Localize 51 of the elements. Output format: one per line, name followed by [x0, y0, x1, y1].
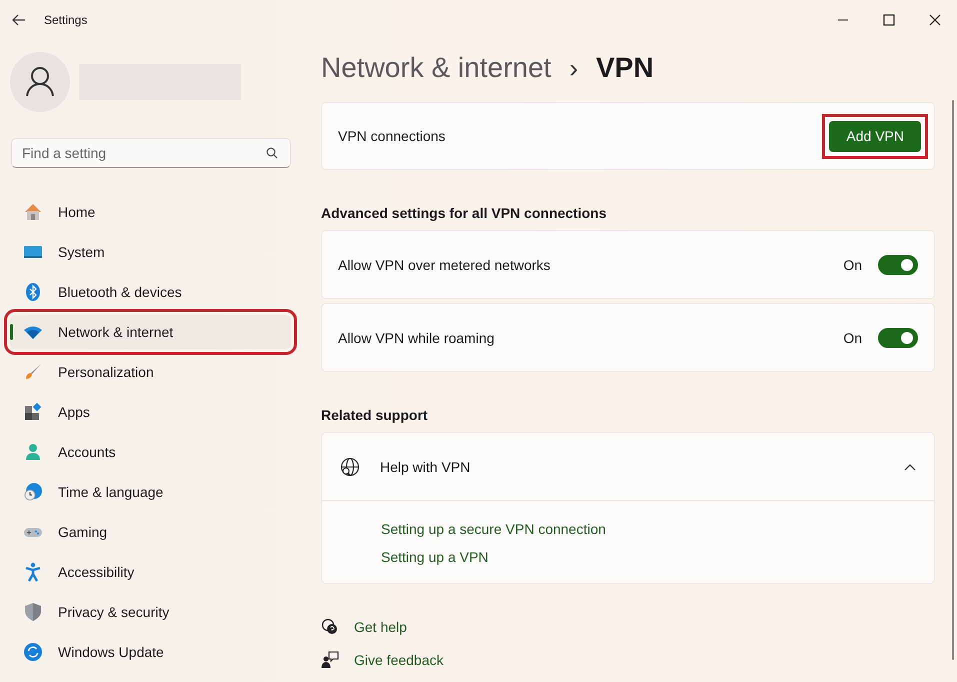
brush-icon [23, 362, 43, 382]
footer-link[interactable]: Get help [354, 619, 407, 635]
setting-label: Allow VPN over metered networks [338, 256, 550, 272]
add-vpn-button[interactable]: Add VPN [829, 120, 921, 152]
toggle-switch[interactable] [878, 254, 918, 274]
footer-link[interactable]: Give feedback [354, 652, 444, 668]
nav-item[interactable]: Privacy & security [10, 595, 291, 629]
globe-clock-icon [23, 482, 43, 502]
nav-item[interactable]: Windows Update [10, 635, 291, 669]
avatar-icon [10, 52, 70, 112]
nav-item[interactable]: Personalization [10, 355, 291, 389]
expander-header[interactable]: Help with VPN [322, 433, 934, 501]
globe-search-icon [340, 456, 360, 476]
section-heading: Related support [321, 407, 429, 423]
nav-item[interactable]: System [10, 235, 291, 269]
setting-label: VPN connections [338, 128, 446, 144]
help-link[interactable]: Setting up a secure VPN connection [381, 521, 934, 537]
nav-item[interactable]: Bluetooth & devices [10, 275, 291, 309]
scrollbar[interactable] [952, 100, 954, 660]
nav-item[interactable]: Network & internet [10, 315, 291, 349]
page-title: VPN [596, 52, 654, 84]
back-arrow-icon[interactable] [12, 14, 26, 26]
help-chat-icon [321, 618, 339, 636]
window-title: Settings [44, 13, 88, 27]
person-icon [23, 442, 43, 462]
feedback-icon [321, 651, 339, 669]
toggle-state-label: On [843, 256, 862, 272]
help-link[interactable]: Setting up a VPN [381, 549, 934, 565]
setting-label: Allow VPN while roaming [338, 330, 494, 346]
sync-icon [23, 642, 43, 662]
search-icon [266, 147, 278, 159]
nav-item[interactable]: Accessibility [10, 555, 291, 589]
apps-icon [23, 402, 43, 422]
toggle-switch[interactable] [878, 328, 918, 348]
breadcrumb-parent[interactable]: Network & internet [321, 52, 552, 84]
shield-icon [23, 602, 43, 622]
close-icon[interactable] [929, 14, 941, 26]
nav-item[interactable]: Home [10, 195, 291, 229]
breadcrumb-separator: › [569, 53, 578, 84]
nav-item[interactable]: Accounts [10, 435, 291, 469]
bluetooth-icon [23, 282, 43, 302]
accessibility-icon [23, 562, 43, 582]
nav-item[interactable]: Time & language [10, 475, 291, 509]
nav-item[interactable]: Gaming [10, 515, 291, 549]
nav-item[interactable]: Apps [10, 395, 291, 429]
chevron-icon [904, 462, 916, 470]
house-icon [23, 202, 43, 222]
section-heading: Advanced settings for all VPN connections [321, 205, 608, 221]
maximize-icon[interactable] [883, 14, 895, 26]
toggle-state-label: On [843, 330, 862, 346]
search-field[interactable]: Find a setting [11, 138, 291, 168]
